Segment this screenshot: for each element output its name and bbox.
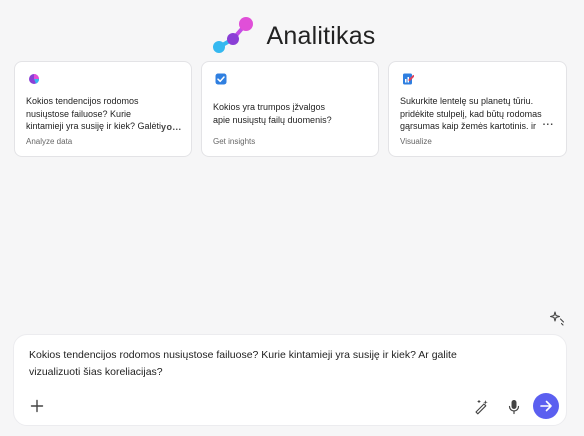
- pie-chart-icon: [29, 74, 40, 84]
- arrow-right-icon: [540, 400, 552, 412]
- magic-pen-icon: [475, 400, 488, 415]
- suggestion-card-visualize[interactable]: Sukurkite lentelę su planetų tūriu. prid…: [388, 61, 567, 157]
- suggestion-card-text: Kokios tendencijos rodomos nusiųstose fa…: [26, 96, 162, 131]
- more-text: yo...: [161, 122, 182, 132]
- suggestion-card-get-insights[interactable]: Kokios yra trumpos įžvalgos apie nusiųst…: [201, 61, 379, 157]
- app-title: Analitikas: [266, 21, 376, 50]
- suggestion-card-tag: Visualize: [400, 137, 432, 146]
- microphone-icon: [508, 400, 520, 415]
- suggestion-cards: Kokios tendencijos rodomos nusiųstose fa…: [14, 61, 567, 157]
- add-attachment-button[interactable]: [29, 398, 45, 414]
- suggestion-card-tag: Analyze data: [26, 137, 73, 146]
- sparkle-icon: [549, 311, 565, 326]
- prompt-input[interactable]: Kokios tendencijos rodomos nusiųstose fa…: [29, 347, 499, 381]
- magic-compose-button[interactable]: [472, 398, 490, 416]
- app-header: Analitikas: [0, 14, 584, 58]
- suggestion-card-tag: Get insights: [213, 137, 256, 146]
- sparkle-button[interactable]: [548, 309, 566, 327]
- suggestion-card-analyze-data[interactable]: Kokios tendencijos rodomos nusiųstose fa…: [14, 61, 192, 157]
- more-text: ...: [542, 117, 554, 128]
- send-button[interactable]: [533, 393, 559, 419]
- suggestion-card-text: Sukurkite lentelę su planetų tūriu. prid…: [400, 96, 542, 131]
- checkbox-icon: [215, 73, 227, 85]
- molecule-logo-icon: [212, 17, 253, 53]
- document-chart-icon: [403, 73, 414, 85]
- suggestion-card-text: Kokios yra trumpos įžvalgos apie nusiųst…: [213, 102, 332, 125]
- microphone-button[interactable]: [505, 398, 523, 416]
- prompt-composer[interactable]: Kokios tendencijos rodomos nusiųstose fa…: [13, 334, 567, 426]
- plus-icon: [30, 399, 44, 413]
